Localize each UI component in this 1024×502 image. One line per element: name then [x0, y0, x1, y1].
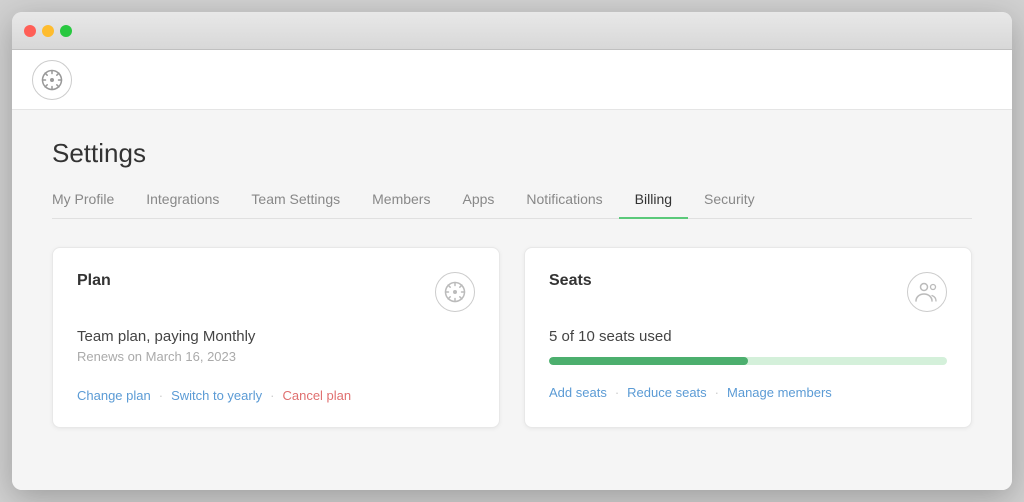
- add-seats-link[interactable]: Add seats: [549, 385, 607, 400]
- seats-progress-bar: [549, 357, 947, 365]
- plan-card-body: Team plan, paying Monthly Renews on Marc…: [77, 328, 475, 403]
- seats-used-label: 5 of 10 seats used: [549, 328, 947, 345]
- tab-apps[interactable]: Apps: [446, 185, 510, 219]
- cards-container: Plan: [52, 247, 972, 428]
- seats-icon: [907, 272, 947, 312]
- plan-actions: Change plan · Switch to yearly · Cancel …: [77, 388, 475, 403]
- seats-card-header: Seats: [549, 272, 947, 312]
- plan-card: Plan: [52, 247, 500, 428]
- tab-security[interactable]: Security: [688, 185, 771, 219]
- seats-actions: Add seats · Reduce seats · Manage member…: [549, 385, 947, 400]
- titlebar: [12, 12, 1012, 50]
- plan-renew-date: Renews on March 16, 2023: [77, 349, 475, 364]
- app-logo-icon: [32, 60, 72, 100]
- close-button[interactable]: [24, 25, 36, 37]
- seats-card-title: Seats: [549, 272, 592, 290]
- maximize-button[interactable]: [60, 25, 72, 37]
- minimize-button[interactable]: [42, 25, 54, 37]
- plan-icon: [435, 272, 475, 312]
- tab-my-profile[interactable]: My Profile: [52, 185, 130, 219]
- tab-billing[interactable]: Billing: [619, 185, 688, 219]
- switch-yearly-link[interactable]: Switch to yearly: [171, 388, 262, 403]
- page-title: Settings: [52, 138, 972, 169]
- plan-card-header: Plan: [77, 272, 475, 312]
- nav-tabs: My Profile Integrations Team Settings Me…: [52, 185, 972, 219]
- seats-separator-1: ·: [615, 385, 619, 400]
- seats-progress-fill: [549, 357, 748, 365]
- app-window: Settings My Profile Integrations Team Se…: [12, 12, 1012, 490]
- manage-members-link[interactable]: Manage members: [727, 385, 832, 400]
- tab-team-settings[interactable]: Team Settings: [235, 185, 356, 219]
- tab-integrations[interactable]: Integrations: [130, 185, 235, 219]
- seats-card-body: 5 of 10 seats used Add seats · Reduce se…: [549, 328, 947, 400]
- plan-card-title: Plan: [77, 272, 111, 290]
- plan-name: Team plan, paying Monthly: [77, 328, 475, 345]
- traffic-lights: [24, 25, 72, 37]
- app-header: [12, 50, 1012, 110]
- change-plan-link[interactable]: Change plan: [77, 388, 151, 403]
- seats-separator-2: ·: [715, 385, 719, 400]
- tab-members[interactable]: Members: [356, 185, 446, 219]
- separator-2: ·: [270, 388, 274, 403]
- cancel-plan-link[interactable]: Cancel plan: [282, 388, 351, 403]
- main-content: Settings My Profile Integrations Team Se…: [12, 110, 1012, 490]
- separator-1: ·: [159, 388, 163, 403]
- reduce-seats-link[interactable]: Reduce seats: [627, 385, 707, 400]
- seats-card: Seats 5 of 10 seats used: [524, 247, 972, 428]
- tab-notifications[interactable]: Notifications: [510, 185, 618, 219]
